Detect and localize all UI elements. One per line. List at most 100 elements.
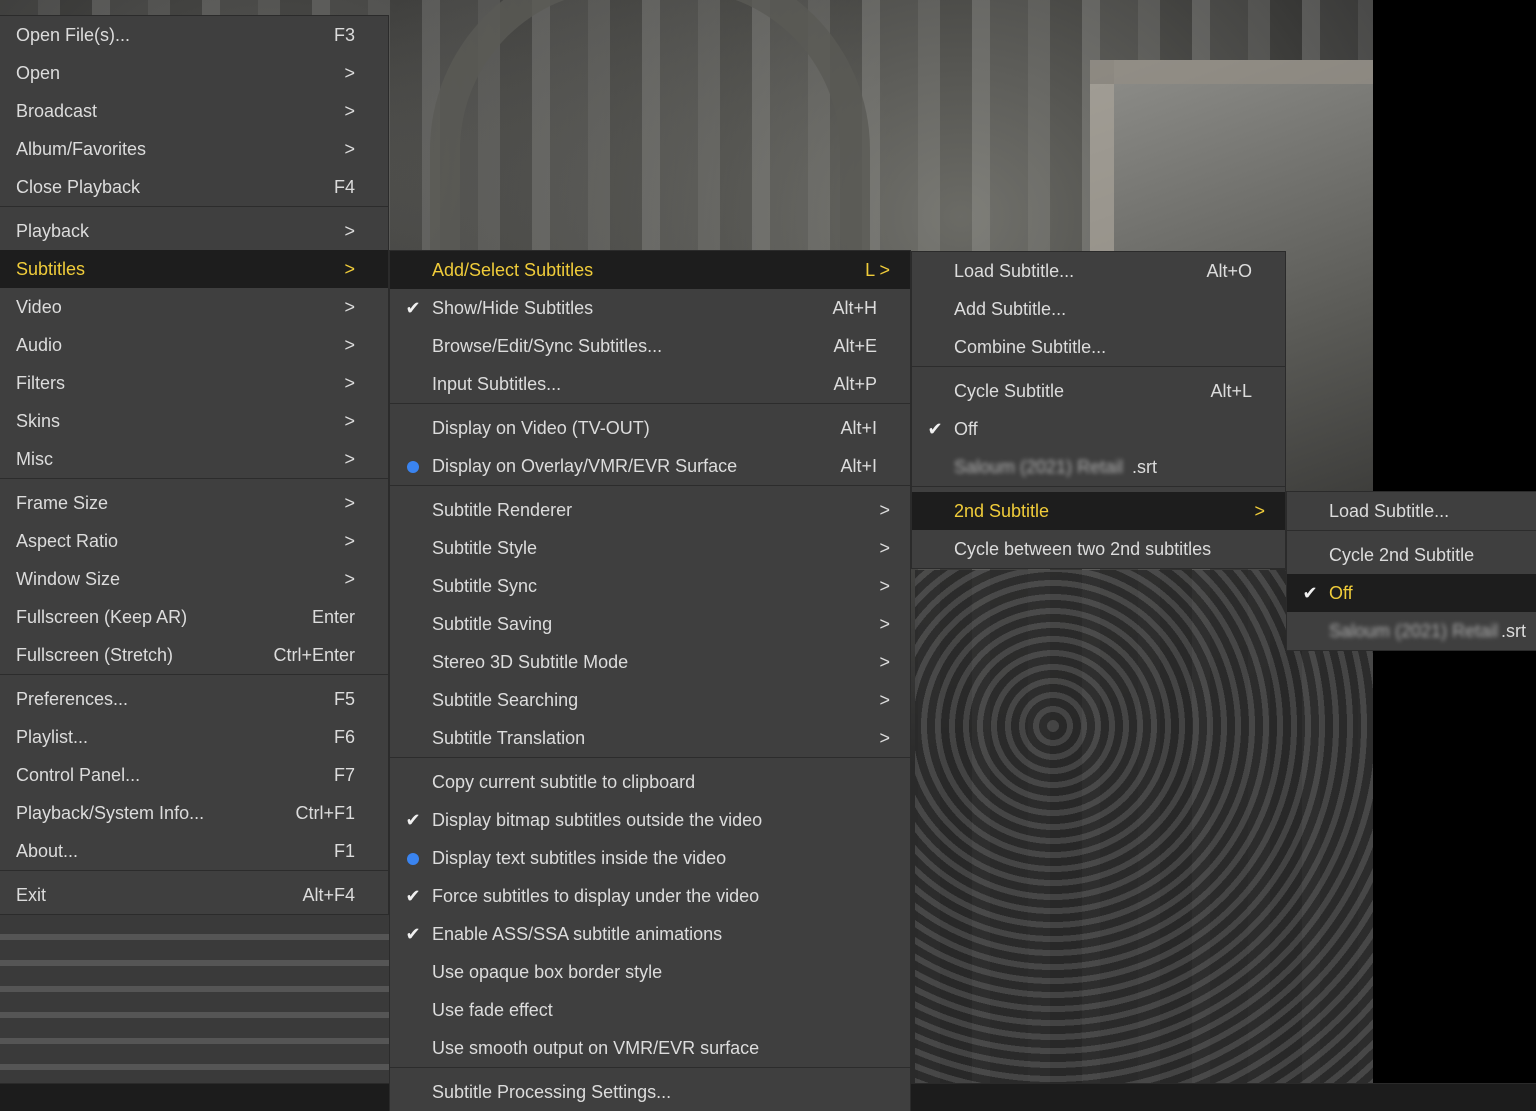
menu-item-shortcut: L > <box>865 260 890 280</box>
menu-item-subtitle-style[interactable]: Subtitle Style > <box>390 529 910 567</box>
menu-item-label: Broadcast <box>16 101 98 121</box>
menu-item-add-subtitle[interactable]: Add Subtitle... <box>912 290 1285 328</box>
menu-item-preferences[interactable]: Preferences... F5 <box>0 680 388 718</box>
checkmark-icon: ✔ <box>405 810 421 830</box>
menu-item-aspect-ratio[interactable]: Aspect Ratio > <box>0 522 388 560</box>
menu-item-close-playback[interactable]: Close Playback F4 <box>0 168 388 206</box>
menu-item-fade-effect[interactable]: Use fade effect <box>390 991 910 1029</box>
menu-item-smooth-output[interactable]: Use smooth output on VMR/EVR surface <box>390 1029 910 1067</box>
menu-item-album-favorites[interactable]: Album/Favorites > <box>0 130 388 168</box>
checkmark-icon: ✔ <box>1302 583 1318 603</box>
menu-item-fullscreen-keep-ar[interactable]: Fullscreen (Keep AR) Enter <box>0 598 388 636</box>
menu-item-cycle-subtitle[interactable]: Cycle Subtitle Alt+L <box>912 372 1285 410</box>
menu-item-label: Browse/Edit/Sync Subtitles... <box>432 336 663 356</box>
menu-item-label: Subtitle Style <box>432 538 538 558</box>
menu-item-subtitle-renderer[interactable]: Subtitle Renderer > <box>390 491 910 529</box>
menu-item-2nd-subtitle-file[interactable]: Saloum (2021) Retail .srt <box>1287 612 1536 650</box>
menu-item-stereo-3d-mode[interactable]: Stereo 3D Subtitle Mode > <box>390 643 910 681</box>
menu-item-label: Display on Video (TV-OUT) <box>432 418 650 438</box>
menu-item-shortcut: Ctrl+Enter <box>273 645 355 665</box>
menu-item-about[interactable]: About... F1 <box>0 832 388 870</box>
menu-item-subtitles[interactable]: Subtitles > <box>0 250 388 288</box>
menu-item-display-on-video[interactable]: Display on Video (TV-OUT) Alt+I <box>390 409 910 447</box>
submenu-arrow-icon: > <box>344 449 355 469</box>
menu-item-label: Album/Favorites <box>16 139 147 159</box>
menu-item-cycle-2nd-subtitles[interactable]: Cycle between two 2nd subtitles <box>912 530 1285 568</box>
menu-item-playback[interactable]: Playback > <box>0 212 388 250</box>
menu-item-processing-settings[interactable]: Subtitle Processing Settings... <box>390 1073 910 1111</box>
menu-item-audio[interactable]: Audio > <box>0 326 388 364</box>
menu-item-load-subtitle[interactable]: Load Subtitle... Alt+O <box>912 252 1285 290</box>
radio-selected-icon <box>404 447 422 485</box>
menu-item-browse-edit-sync[interactable]: Browse/Edit/Sync Subtitles... Alt+E <box>390 327 910 365</box>
menu-item-show-hide-subtitles[interactable]: ✔ Show/Hide Subtitles Alt+H <box>390 289 910 327</box>
menu-item-broadcast[interactable]: Broadcast > <box>0 92 388 130</box>
menu-item-label: Audio <box>16 335 63 355</box>
menu-item-subtitle-searching[interactable]: Subtitle Searching > <box>390 681 910 719</box>
menu-item-shortcut: Enter <box>311 607 355 627</box>
menu-item-text-inside[interactable]: Display text subtitles inside the video <box>390 839 910 877</box>
menu-item-label: Misc <box>16 449 53 469</box>
menu-item-subtitle-sync[interactable]: Subtitle Sync > <box>390 567 910 605</box>
menu-item-fullscreen-stretch[interactable]: Fullscreen (Stretch) Ctrl+Enter <box>0 636 388 674</box>
menu-item-subtitle-saving[interactable]: Subtitle Saving > <box>390 605 910 643</box>
menu-item-cycle-2nd-subtitle[interactable]: Cycle 2nd Subtitle <box>1287 536 1536 574</box>
subtitle-file-extension: .srt <box>1501 621 1526 641</box>
menu-item-label: Window Size <box>16 569 121 589</box>
menu-item-video[interactable]: Video > <box>0 288 388 326</box>
menu-item-input-subtitles[interactable]: Input Subtitles... Alt+P <box>390 365 910 403</box>
menu-item-skins[interactable]: Skins > <box>0 402 388 440</box>
menu-item-window-size[interactable]: Window Size > <box>0 560 388 598</box>
menu-item-copy-subtitle[interactable]: Copy current subtitle to clipboard <box>390 763 910 801</box>
menu-item-label: Fullscreen (Stretch) <box>16 645 174 665</box>
menu-item-label: Load Subtitle... <box>954 261 1075 281</box>
menu-item-ass-animations[interactable]: ✔ Enable ASS/SSA subtitle animations <box>390 915 910 953</box>
submenu-arrow-icon: > <box>879 538 890 558</box>
menu-item-label: Subtitle Sync <box>432 576 538 596</box>
menu-item-shortcut: F5 <box>333 689 355 709</box>
menu-item-shortcut: Alt+I <box>840 456 877 476</box>
menu-item-label: Fullscreen (Keep AR) <box>16 607 188 627</box>
submenu-arrow-icon: > <box>1254 501 1265 521</box>
menu-item-load-2nd-subtitle[interactable]: Load Subtitle... <box>1287 492 1536 530</box>
submenu-arrow-icon: > <box>344 493 355 513</box>
menu-item-add-select-subtitles[interactable]: Add/Select Subtitles L > <box>390 251 910 289</box>
menu-item-misc[interactable]: Misc > <box>0 440 388 478</box>
menu-item-2nd-subtitle-off[interactable]: ✔ Off <box>1287 574 1536 612</box>
menu-item-label: Close Playback <box>16 177 141 197</box>
menu-item-control-panel[interactable]: Control Panel... F7 <box>0 756 388 794</box>
menu-item-opaque-box[interactable]: Use opaque box border style <box>390 953 910 991</box>
menu-item-bitmap-outside[interactable]: ✔ Display bitmap subtitles outside the vi… <box>390 801 910 839</box>
menu-item-label: Enable ASS/SSA subtitle animations <box>432 924 723 944</box>
checkmark-icon: ✔ <box>927 419 943 439</box>
submenu-arrow-icon: > <box>344 411 355 431</box>
menu-item-exit[interactable]: Exit Alt+F4 <box>0 876 388 914</box>
menu-item-label: Control Panel... <box>16 765 141 785</box>
menu-item-subtitle-off[interactable]: ✔ Off <box>912 410 1285 448</box>
menu-item-playlist[interactable]: Playlist... F6 <box>0 718 388 756</box>
submenu-arrow-icon: > <box>879 576 890 596</box>
menu-item-force-under[interactable]: ✔ Force subtitles to display under the vi… <box>390 877 910 915</box>
submenu-arrow-icon: > <box>344 531 355 551</box>
second-subtitle-submenu: Load Subtitle... Cycle 2nd Subtitle ✔ Off… <box>1287 492 1536 650</box>
menu-item-open-files[interactable]: Open File(s)... F3 <box>0 16 388 54</box>
menu-item-shortcut: F7 <box>333 765 355 785</box>
submenu-arrow-icon: > <box>879 652 890 672</box>
menu-item-label: Open File(s)... <box>16 25 131 45</box>
checkmark-icon: ✔ <box>405 886 421 906</box>
menu-item-subtitle-translation[interactable]: Subtitle Translation > <box>390 719 910 757</box>
menu-item-frame-size[interactable]: Frame Size > <box>0 484 388 522</box>
menu-item-filters[interactable]: Filters > <box>0 364 388 402</box>
menu-item-open[interactable]: Open > <box>0 54 388 92</box>
menu-item-playback-system-info[interactable]: Playback/System Info... Ctrl+F1 <box>0 794 388 832</box>
menu-item-shortcut: F4 <box>333 177 355 197</box>
menu-item-subtitle-file[interactable]: Saloum (2021) Retail .srt <box>912 448 1285 486</box>
menu-item-2nd-subtitle[interactable]: 2nd Subtitle > <box>912 492 1285 530</box>
menu-item-shortcut: Alt+O <box>1206 261 1252 281</box>
menu-item-label: Preferences... <box>16 689 129 709</box>
menu-item-display-on-overlay[interactable]: Display on Overlay/VMR/EVR Surface Alt+I <box>390 447 910 485</box>
menu-item-label: Off <box>1329 583 1353 603</box>
menu-item-label: Show/Hide Subtitles <box>432 298 594 318</box>
menu-item-combine-subtitle[interactable]: Combine Subtitle... <box>912 328 1285 366</box>
menu-item-label: Combine Subtitle... <box>954 337 1107 357</box>
